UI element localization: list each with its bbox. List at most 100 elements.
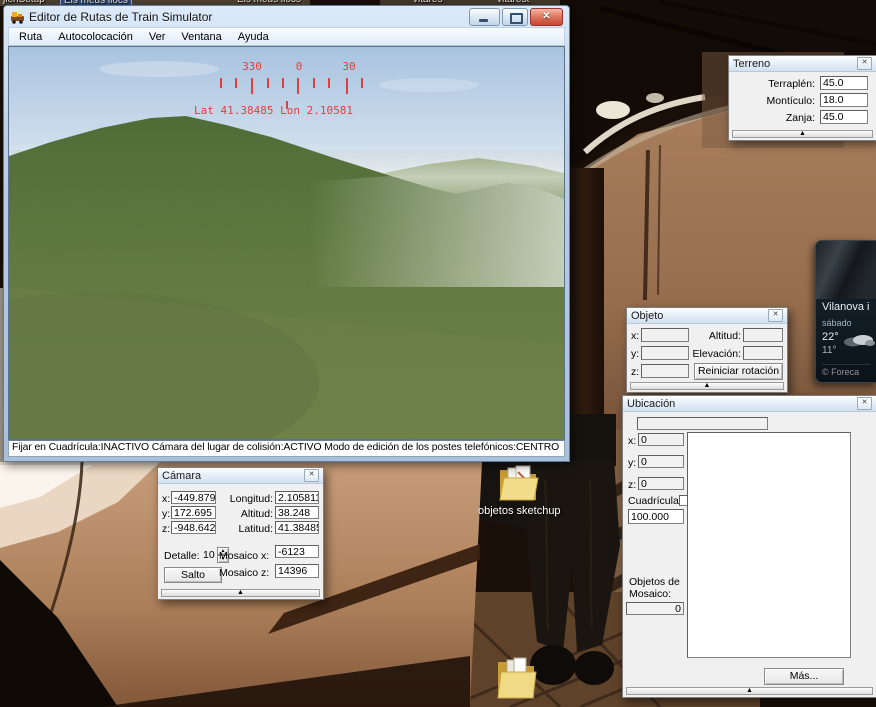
objeto-z-label: z:: [631, 366, 639, 378]
compass-label-330: 330: [242, 60, 262, 73]
menu-ver[interactable]: Ver: [141, 30, 174, 44]
gadget-location: Vilanova i: [822, 301, 870, 313]
ubicacion-y-label: y:: [628, 457, 636, 469]
zanja-field[interactable]: 45.0: [820, 110, 868, 124]
camara-close-icon[interactable]: ✕: [304, 469, 319, 482]
ubicacion-x-field[interactable]: 0: [638, 433, 684, 446]
gadget-credit: © Foreca: [822, 364, 870, 377]
camara-panel: Cámara ✕ x: -449.879 y: 172.695 z: -948.…: [157, 467, 324, 600]
ubicacion-z-field[interactable]: 0: [638, 477, 684, 490]
objeto-title-bar[interactable]: Objeto ✕: [627, 308, 787, 324]
objeto-y-label: y:: [631, 348, 639, 360]
status-bar: Fijar en Cuadrícula:INACTIVO Cámara del …: [8, 440, 565, 457]
camara-title-bar[interactable]: Cámara ✕: [158, 468, 323, 484]
mosaico-z-label: Mosaico z:: [219, 567, 269, 579]
folder-icon-bottom[interactable]: [494, 652, 538, 702]
more-button[interactable]: Más...: [764, 668, 844, 685]
monticulo-field[interactable]: 18.0: [820, 93, 868, 107]
terreno-title-bar[interactable]: Terreno ✕: [729, 56, 876, 72]
compass-latlon: Lat 41.38485 Lon 2.10581: [194, 104, 353, 117]
objeto-altitud-field[interactable]: [743, 328, 783, 342]
monticulo-label: Montículo:: [735, 95, 815, 107]
terreno-collapse-bar[interactable]: ▲: [732, 130, 873, 138]
terrain-3d-viewport[interactable]: 330 0 30 Lat 41.38485 Lon 2.10581: [8, 46, 565, 440]
ubicacion-close-icon[interactable]: ✕: [857, 397, 872, 410]
objeto-collapse-bar[interactable]: ▲: [630, 382, 784, 390]
folder-label[interactable]: objetos sketchup: [478, 505, 561, 517]
detalle-label: Detalle:: [164, 550, 200, 562]
mosaico-z-field[interactable]: 14396: [275, 564, 319, 578]
editor-window: Editor de Rutas de Train Simulator ✕ Rut…: [3, 5, 570, 462]
ubicacion-y-field[interactable]: 0: [638, 455, 684, 468]
tile-objects-count-field: 0: [626, 602, 684, 615]
detalle-value: 10: [203, 549, 215, 561]
compass-label-30: 30: [342, 60, 355, 73]
ubicacion-title: Ubicación: [627, 398, 675, 410]
menu-ventana[interactable]: Ventana: [173, 30, 229, 44]
terreno-close-icon[interactable]: ✕: [857, 57, 872, 70]
terreno-panel: Terreno ✕ Terraplén: 45.0 Montículo: 18.…: [728, 55, 876, 141]
camara-y-field[interactable]: 172.695: [171, 506, 216, 519]
gadget-temp-high: 22°: [822, 331, 839, 343]
camara-y-label: y:: [162, 508, 170, 520]
ubicacion-title-bar[interactable]: Ubicación ✕: [623, 396, 876, 412]
reset-rotation-button[interactable]: Reiniciar rotación: [694, 363, 783, 380]
tile-objects-list[interactable]: [687, 432, 851, 658]
objeto-elevacion-field[interactable]: [743, 346, 783, 360]
close-button[interactable]: ✕: [530, 8, 563, 26]
altitud-label: Altitud:: [218, 508, 273, 520]
objeto-x-field[interactable]: [641, 328, 689, 342]
altitud-field[interactable]: 38.248: [275, 506, 319, 519]
menu-bar: Ruta Autocolocación Ver Ventana Ayuda: [8, 27, 565, 46]
camara-x-label: x:: [162, 493, 170, 505]
folder-icon-objetos-sketchup[interactable]: [496, 462, 540, 504]
camara-x-field[interactable]: -449.879: [171, 491, 216, 504]
latitud-field[interactable]: 41.38485:: [275, 521, 319, 534]
camara-z-label: z:: [162, 523, 170, 535]
compass-label-0: 0: [296, 60, 303, 73]
desktop: jienSetup Els meus llocs Els meus llocs …: [0, 0, 876, 707]
objeto-panel: Objeto ✕ x: Altitud: y: Elevación: z: Re…: [626, 307, 788, 393]
objeto-close-icon[interactable]: ✕: [768, 309, 783, 322]
mosaico-x-label: Mosaico x:: [219, 550, 269, 562]
longitud-field[interactable]: 2.105811:: [275, 491, 319, 504]
objeto-altitud-label: Altitud:: [689, 330, 741, 342]
grid-label: Cuadrícula:: [628, 495, 682, 507]
gadget-day: sábado: [822, 318, 852, 328]
ubicacion-panel: Ubicación ✕ x: 0 y: 0 z: 0 Cuadrícula: 1…: [622, 395, 876, 698]
objeto-title: Objeto: [631, 310, 663, 322]
grid-size-field[interactable]: 100.000: [628, 509, 684, 524]
title-bar[interactable]: Editor de Rutas de Train Simulator ✕: [8, 6, 565, 27]
ubicacion-z-label: z:: [628, 479, 636, 491]
objeto-y-field[interactable]: [641, 346, 689, 360]
terraplen-field[interactable]: 45.0: [820, 76, 868, 90]
maximize-button[interactable]: [502, 8, 528, 26]
camara-collapse-bar[interactable]: ▲: [161, 589, 320, 597]
weather-gadget[interactable]: Vilanova i sábado 22° 11° © Foreca: [815, 240, 876, 383]
tile-objects-label: Objetos de: [629, 576, 680, 588]
gadget-temp-low: 11°: [822, 345, 836, 356]
latitud-label: Latitud:: [218, 523, 273, 535]
menu-ayuda[interactable]: Ayuda: [230, 30, 277, 44]
salto-button[interactable]: Salto: [164, 567, 222, 583]
app-icon: [10, 9, 25, 24]
objeto-z-field[interactable]: [641, 364, 689, 378]
ubicacion-collapse-bar[interactable]: ▲: [626, 687, 873, 695]
minimize-button[interactable]: [469, 8, 500, 26]
camara-z-field[interactable]: -948.642: [171, 521, 216, 534]
terreno-title: Terreno: [733, 58, 770, 70]
objeto-x-label: x:: [631, 330, 639, 342]
cloud-icon: [843, 333, 875, 347]
longitud-label: Longitud:: [218, 493, 273, 505]
zanja-label: Zanja:: [735, 112, 815, 124]
ubicacion-name-field[interactable]: [637, 417, 768, 430]
terraplen-label: Terraplén:: [735, 78, 815, 90]
menu-ruta[interactable]: Ruta: [11, 30, 50, 44]
menu-autocolocacion[interactable]: Autocolocación: [50, 30, 141, 44]
gadget-photo: [816, 241, 876, 299]
tile-objects-label2: Mosaico:: [629, 588, 671, 600]
objeto-elevacion-label: Elevación:: [685, 348, 741, 360]
ubicacion-x-label: x:: [628, 435, 636, 447]
camara-title: Cámara: [162, 470, 201, 482]
mosaico-x-field[interactable]: -6123: [275, 545, 319, 558]
